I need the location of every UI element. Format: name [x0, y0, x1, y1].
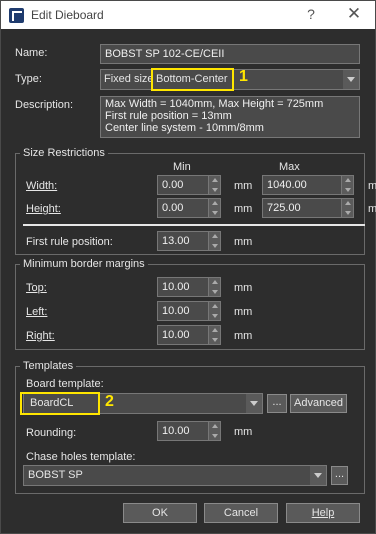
- description-line: Max Width = 1040mm, Max Height = 725mm: [105, 98, 324, 110]
- unit-label: mm: [234, 426, 253, 438]
- app-icon: [9, 8, 24, 23]
- ok-button[interactable]: OK: [123, 503, 197, 523]
- unit-label: mm: [234, 203, 253, 215]
- divider: [23, 224, 365, 226]
- rounding-label: Rounding:: [26, 427, 77, 439]
- description-line: Center line system - 10mm/8mm: [105, 122, 264, 134]
- top-input[interactable]: 10.00: [157, 277, 209, 297]
- description-box[interactable]: Max Width = 1040mm, Max Height = 725mm F…: [100, 96, 360, 138]
- height-max-input[interactable]: 725.00: [262, 198, 342, 218]
- unit-label: mm: [234, 330, 253, 342]
- unit-label: mm: [368, 180, 376, 192]
- top-stepper[interactable]: [208, 277, 221, 297]
- name-label: Name:: [15, 47, 48, 59]
- height-max-stepper[interactable]: [341, 198, 354, 218]
- unit-label: mm: [368, 203, 376, 215]
- window-title: Edit Dieboard: [31, 8, 104, 22]
- left-stepper[interactable]: [208, 301, 221, 321]
- type-value-prefix: Fixed size: [104, 73, 154, 85]
- highlight-box-1: [151, 68, 234, 91]
- width-label: Width:: [26, 180, 58, 192]
- margins-title: Minimum border margins: [20, 258, 148, 270]
- chase-holes-value: BOBST SP: [28, 469, 83, 481]
- rounding-input[interactable]: 10.00: [157, 421, 209, 441]
- width-min-input[interactable]: 0.00: [157, 175, 209, 195]
- board-template-browse-button[interactable]: ...: [267, 394, 287, 413]
- chevron-down-icon[interactable]: [343, 70, 359, 89]
- size-restrictions-title: Size Restrictions: [20, 147, 108, 159]
- left-label: Left:: [26, 306, 48, 318]
- annotation-marker-1: 1: [239, 68, 248, 85]
- chase-holes-browse-button[interactable]: ...: [331, 466, 348, 485]
- highlight-box-2: [20, 392, 100, 415]
- unit-label: mm: [234, 306, 253, 318]
- height-min-stepper[interactable]: [208, 198, 221, 218]
- description-label: Description:: [15, 99, 74, 111]
- description-line: First rule position = 13mm: [105, 110, 232, 122]
- chevron-down-icon[interactable]: [246, 394, 262, 413]
- width-min-stepper[interactable]: [208, 175, 221, 195]
- annotation-marker-2: 2: [105, 393, 114, 410]
- width-max-input[interactable]: 1040.00: [262, 175, 342, 195]
- type-label: Type:: [15, 73, 42, 85]
- chevron-down-icon[interactable]: [310, 466, 326, 485]
- rounding-stepper[interactable]: [208, 421, 221, 441]
- close-icon[interactable]: ✕: [345, 4, 363, 24]
- max-header: Max: [279, 161, 300, 173]
- name-input[interactable]: BOBST SP 102-CE/CEII: [100, 44, 360, 64]
- dialog-window: Edit Dieboard ? ✕ Name: BOBST SP 102-CE/…: [0, 0, 376, 534]
- unit-label: mm: [234, 236, 253, 248]
- width-max-stepper[interactable]: [341, 175, 354, 195]
- first-rule-label: First rule position:: [26, 236, 113, 248]
- height-label: Height:: [26, 203, 61, 215]
- templates-title: Templates: [20, 360, 77, 372]
- min-header: Min: [173, 161, 191, 173]
- left-input[interactable]: 10.00: [157, 301, 209, 321]
- right-input[interactable]: 10.00: [157, 325, 209, 345]
- right-label: Right:: [26, 330, 55, 342]
- help-button[interactable]: Help: [286, 503, 360, 523]
- cancel-button[interactable]: Cancel: [204, 503, 278, 523]
- height-min-input[interactable]: 0.00: [157, 198, 209, 218]
- unit-label: mm: [234, 180, 253, 192]
- first-rule-stepper[interactable]: [208, 231, 221, 251]
- right-stepper[interactable]: [208, 325, 221, 345]
- chase-holes-select[interactable]: BOBST SP: [23, 465, 327, 486]
- advanced-button[interactable]: Advanced: [290, 394, 347, 413]
- board-template-label: Board template:: [26, 378, 104, 390]
- unit-label: mm: [234, 282, 253, 294]
- first-rule-input[interactable]: 13.00: [157, 231, 209, 251]
- title-bar: Edit Dieboard ? ✕: [1, 1, 375, 29]
- chase-holes-label: Chase holes template:: [26, 451, 136, 463]
- top-label: Top:: [26, 282, 47, 294]
- help-icon[interactable]: ?: [302, 6, 320, 22]
